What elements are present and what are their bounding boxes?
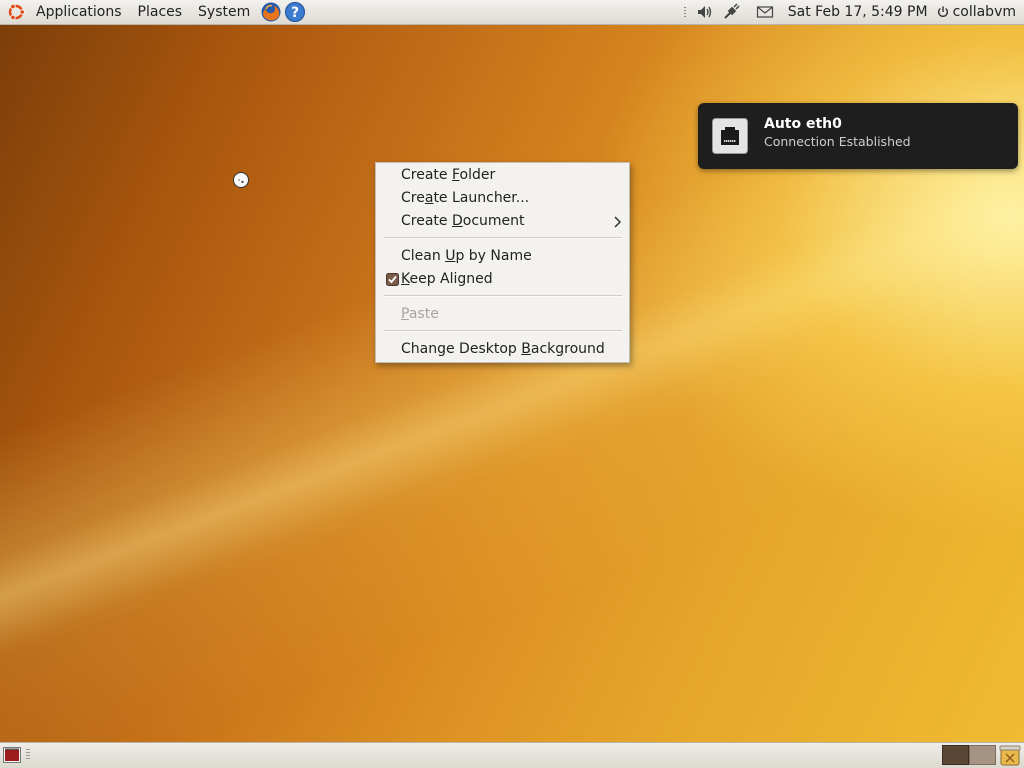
- trash-icon[interactable]: [999, 745, 1021, 766]
- mouse-cursor-icon: [233, 172, 249, 188]
- menu-separator: [384, 237, 622, 239]
- chevron-right-icon: [614, 216, 622, 228]
- workspace-2[interactable]: [969, 745, 996, 765]
- notification-bubble[interactable]: Auto eth0 Connection Established: [698, 103, 1018, 169]
- checkbox-checked-icon[interactable]: [386, 273, 399, 286]
- notification-body: Connection Established: [764, 134, 911, 149]
- menu-separator: [384, 330, 622, 332]
- ubuntu-logo-icon[interactable]: [6, 2, 26, 22]
- network-icon[interactable]: [722, 3, 740, 21]
- menu-item-change-desktop-background[interactable]: Change Desktop Background: [376, 338, 629, 361]
- menu-item-create-launcher[interactable]: Create Launcher...: [376, 187, 629, 210]
- menu-item-label: Create Launcher...: [401, 190, 530, 206]
- help-icon[interactable]: ?: [284, 1, 306, 23]
- menu-item-label: Change Desktop Background: [401, 341, 605, 357]
- menu-item-label: Paste: [401, 306, 439, 322]
- applications-menu[interactable]: Applications: [28, 0, 130, 24]
- menu-item-paste: Paste: [376, 303, 629, 326]
- top-panel: Applications Places System ? Sat Feb 17,: [0, 0, 1024, 25]
- system-menu[interactable]: System: [190, 0, 258, 24]
- svg-text:?: ?: [291, 5, 299, 21]
- menu-item-create-document[interactable]: Create Document: [376, 210, 629, 233]
- clock[interactable]: Sat Feb 17, 5:49 PM: [788, 4, 928, 20]
- menu-item-label: Create Document: [401, 213, 525, 229]
- system-tray: Sat Feb 17, 5:49 PM collabvm: [678, 0, 1024, 24]
- username: collabvm: [952, 4, 1016, 20]
- menu-item-create-folder[interactable]: Create Folder: [376, 164, 629, 187]
- panel-grip: [26, 749, 30, 761]
- volume-icon[interactable]: [696, 3, 714, 21]
- menu-item-label: Keep Aligned: [401, 271, 493, 287]
- desktop-context-menu: Create Folder Create Launcher... Create …: [375, 162, 630, 363]
- ethernet-icon: [712, 118, 748, 154]
- mail-icon[interactable]: [756, 3, 774, 21]
- places-menu[interactable]: Places: [130, 0, 191, 24]
- notification-title: Auto eth0: [764, 116, 842, 132]
- bottom-panel: [0, 742, 1024, 768]
- power-icon: [937, 6, 948, 17]
- menu-item-keep-aligned[interactable]: Keep Aligned: [376, 268, 629, 291]
- show-desktop-icon[interactable]: [3, 747, 21, 763]
- workspace-1[interactable]: [942, 745, 969, 765]
- menu-item-clean-up-by-name[interactable]: Clean Up by Name: [376, 245, 629, 268]
- menu-item-label: Clean Up by Name: [401, 248, 532, 264]
- user-menu[interactable]: collabvm: [936, 4, 1016, 20]
- menu-separator: [384, 295, 622, 297]
- tray-grip-icon: [683, 7, 686, 17]
- firefox-icon[interactable]: [260, 1, 282, 23]
- menu-item-label: Create Folder: [401, 167, 496, 183]
